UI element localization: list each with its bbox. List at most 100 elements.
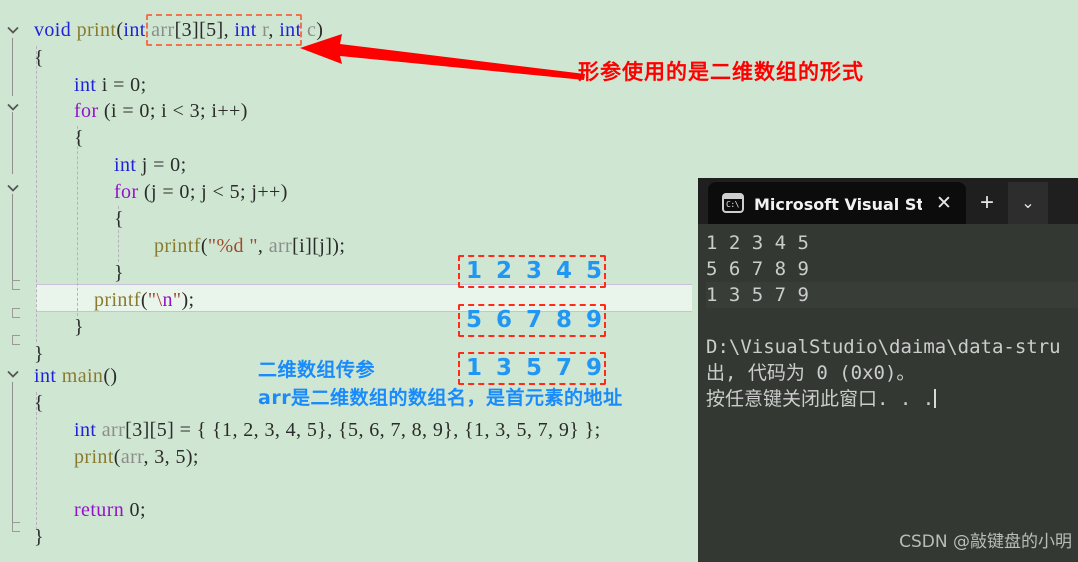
code-token: ( — [140, 289, 148, 311]
code-line[interactable]: int j = 0; — [0, 150, 187, 180]
annotation-param-note: 形参使用的是二维数组的形式 — [578, 60, 864, 84]
code-token: [i][j]); — [292, 235, 346, 257]
code-line-text: return 0; — [0, 499, 146, 521]
output-row-2: 5 6 7 8 9 — [466, 307, 606, 333]
code-line-text: printf("%d ", arr[i][j]); — [0, 235, 345, 257]
code-token: } — [34, 526, 44, 548]
console-tab-title: Microsoft Visual Studio 调试控 — [754, 195, 922, 214]
annotation-pass-note-line2: arr是二维数组的数组名，是首元素的地址 — [258, 387, 623, 409]
code-token: () — [103, 365, 118, 387]
code-line[interactable]: } — [0, 522, 44, 552]
console-line: D:\VisualStudio\daima\data-stru — [706, 336, 1061, 358]
code-line-text: int i = 0; — [0, 74, 147, 96]
code-line[interactable]: printf("%d ", arr[i][j]); — [0, 231, 345, 261]
code-token: print — [76, 19, 117, 41]
output-row-1: 1 2 3 4 5 — [466, 258, 606, 284]
code-line-text: } — [0, 316, 84, 338]
code-token: } — [74, 316, 84, 338]
code-line[interactable]: for (j = 0; j < 5; j++) — [0, 177, 288, 207]
code-line[interactable]: } — [0, 312, 84, 342]
code-token: , 3, 5); — [143, 446, 199, 468]
code-token: return — [74, 499, 125, 521]
code-line-text: int j = 0; — [0, 154, 187, 176]
code-token: c — [306, 19, 317, 41]
code-token: int — [74, 74, 97, 96]
console-line: 1 3 5 7 9 — [706, 282, 1078, 308]
code-line-text: int main() — [0, 365, 117, 387]
code-line-text: for (i = 0; i < 3; i++) — [0, 100, 248, 122]
code-token: int — [34, 365, 57, 387]
code-line-text: { — [0, 47, 44, 69]
code-line[interactable]: int arr[3][5] = { {1, 2, 3, 4, 5}, {5, 6… — [0, 415, 601, 445]
console-line: 5 6 7 8 9 — [706, 258, 809, 280]
code-token: [3][5] = { {1, 2, 3, 4, 5}, {5, 6, 7, 8,… — [125, 419, 601, 441]
annotation-pass-note-line1: 二维数组传参 — [258, 359, 376, 381]
code-line[interactable]: printf("\n"); — [0, 285, 194, 315]
chevron-down-icon[interactable]: ⌄ — [1008, 182, 1048, 224]
console-line: 按任意键关闭此窗口. . . — [706, 388, 937, 410]
code-token: ) — [316, 19, 324, 41]
console-window[interactable]: C:\ Microsoft Visual Studio 调试控 ✕ + ⌄ 1 … — [698, 178, 1078, 562]
screenshot-root: void print(int arr[3][5], int r, int c){… — [0, 0, 1078, 562]
code-token: n — [162, 289, 173, 311]
code-token: int — [74, 419, 97, 441]
code-token: ( — [200, 235, 208, 257]
code-token: i = 0; — [96, 74, 147, 96]
code-line[interactable]: { — [0, 123, 84, 153]
code-line-text: } — [0, 526, 44, 548]
code-token: arr — [101, 419, 126, 441]
code-token: for — [114, 181, 139, 203]
new-tab-icon[interactable]: + — [966, 182, 1008, 224]
code-token: ); — [181, 289, 195, 311]
code-token: ( — [113, 446, 121, 468]
code-token: print — [74, 446, 114, 468]
param-highlight-box — [146, 14, 302, 46]
code-line[interactable]: { — [0, 43, 44, 73]
text-cursor — [934, 389, 937, 408]
code-line[interactable]: } — [0, 258, 124, 288]
code-token: "%d " — [207, 235, 258, 257]
terminal-icon: C:\ — [722, 193, 744, 213]
code-line-text: } — [0, 262, 124, 284]
code-token: { — [34, 392, 44, 414]
code-token: for — [74, 100, 99, 122]
watermark: CSDN @敲键盘的小明 — [899, 532, 1072, 552]
code-token: j = 0; — [136, 154, 187, 176]
code-line[interactable]: { — [0, 388, 44, 418]
code-line[interactable]: int main() — [0, 361, 117, 391]
console-tab[interactable]: C:\ Microsoft Visual Studio 调试控 ✕ — [708, 182, 966, 224]
close-icon[interactable]: ✕ — [936, 194, 952, 213]
code-line[interactable]: return 0; — [0, 495, 146, 525]
code-token: 0; — [124, 499, 146, 521]
code-token: { — [74, 127, 84, 149]
code-token: void — [34, 19, 72, 41]
code-line[interactable]: { — [0, 204, 124, 234]
code-token: printf — [94, 289, 141, 311]
code-line-text: { — [0, 127, 84, 149]
callout-arrow — [300, 34, 585, 80]
code-token: printf — [154, 235, 201, 257]
code-token: , — [257, 235, 269, 257]
code-line-text: int arr[3][5] = { {1, 2, 3, 4, 5}, {5, 6… — [0, 419, 601, 441]
code-token: main — [61, 365, 104, 387]
code-token: arr — [120, 446, 144, 468]
console-line: 1 2 3 4 5 — [706, 232, 809, 254]
code-token: arr — [268, 235, 293, 257]
code-token: } — [114, 262, 124, 284]
code-token: (i = 0; i < 3; i++) — [98, 100, 248, 122]
code-line-text: { — [0, 208, 124, 230]
console-tab-bar: C:\ Microsoft Visual Studio 调试控 ✕ + ⌄ — [698, 178, 1078, 224]
code-line-text: printf("\n"); — [0, 289, 194, 311]
console-line: 出, 代码为 0 (0x0)。 — [706, 362, 916, 384]
code-line[interactable]: for (i = 0; i < 3; i++) — [0, 96, 248, 126]
code-line[interactable]: print(arr, 3, 5); — [0, 442, 199, 472]
console-output[interactable]: 1 2 3 4 5 5 6 7 8 91 3 5 7 9 D:\VisualStu… — [698, 224, 1078, 562]
code-token: (j = 0; j < 5; j++) — [138, 181, 288, 203]
code-token: int — [114, 154, 137, 176]
output-row-3: 1 3 5 7 9 — [466, 355, 606, 381]
code-line-text: for (j = 0; j < 5; j++) — [0, 181, 288, 203]
code-token: { — [114, 208, 124, 230]
code-line-text: print(arr, 3, 5); — [0, 446, 199, 468]
code-line-text: { — [0, 392, 44, 414]
